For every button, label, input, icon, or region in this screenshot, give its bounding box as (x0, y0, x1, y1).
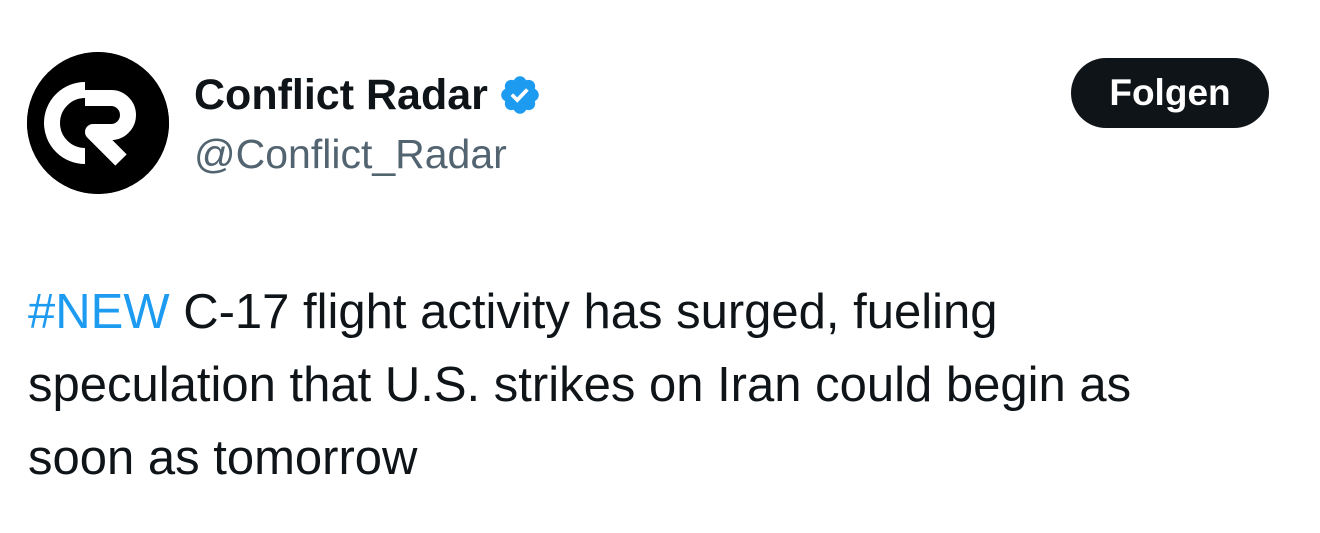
tweet-text-line-3: soon as tomorrow (28, 431, 418, 485)
tweet-text-line-1-rest: C-17 flight activity has surged, fueling (169, 285, 998, 339)
author-name-row: Conflict Radar (194, 70, 542, 120)
avatar[interactable] (27, 52, 169, 194)
follow-button[interactable]: Folgen (1071, 58, 1269, 128)
verified-badge-icon[interactable] (498, 73, 542, 117)
author-display-name[interactable]: Conflict Radar (194, 70, 488, 120)
author-handle[interactable]: @Conflict_Radar (194, 130, 507, 178)
tweet-text-line-1: #NEW C-17 flight activity has surged, fu… (28, 276, 1278, 349)
hashtag-link[interactable]: #NEW (28, 285, 170, 339)
tweet-text: #NEW C-17 flight activity has surged, fu… (28, 276, 1278, 495)
tweet-text-line-2: speculation that U.S. strikes on Iran co… (28, 358, 1132, 412)
conflict-radar-logo-icon (27, 52, 169, 194)
tweet-card: Conflict Radar @Conflict_Radar Folgen #N… (0, 0, 1320, 533)
